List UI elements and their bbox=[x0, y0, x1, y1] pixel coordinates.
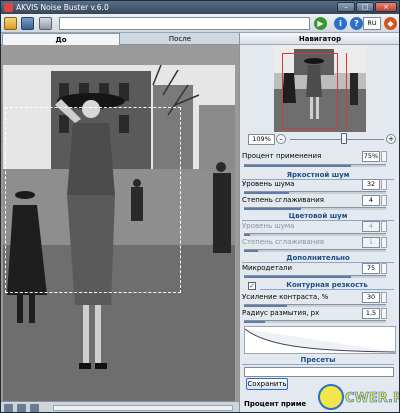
color-noise-spinner[interactable] bbox=[381, 221, 387, 232]
preset-select[interactable] bbox=[244, 367, 394, 377]
navigator-preview[interactable] bbox=[274, 45, 366, 132]
blur-radius-field[interactable]: 1,5 bbox=[362, 308, 380, 319]
lum-noise-spinner[interactable] bbox=[381, 179, 387, 190]
home-icon[interactable]: ◆ bbox=[384, 17, 397, 30]
lum-smooth-slider[interactable] bbox=[244, 207, 386, 210]
view-tabs: До После bbox=[1, 33, 239, 45]
window-title: AKVIS Noise Buster v.6.0 bbox=[16, 3, 109, 12]
lum-noise-label: Уровень шума bbox=[242, 180, 295, 188]
toolbar: ▶ i ? RU ◆ bbox=[1, 14, 399, 33]
info-icon[interactable]: i bbox=[334, 17, 347, 30]
save-icon[interactable] bbox=[21, 17, 34, 30]
contrast-gain-field[interactable]: 30 bbox=[362, 292, 380, 303]
settings-panel: Навигатор 109% – + Процент применения 75… bbox=[239, 33, 399, 412]
blur-radius-fill bbox=[244, 321, 266, 323]
apply-percent-spinner[interactable] bbox=[381, 151, 387, 162]
preview-tool-icon[interactable] bbox=[30, 404, 39, 412]
color-smooth-field[interactable]: 1 bbox=[362, 237, 380, 248]
app-logo-icon bbox=[4, 3, 13, 12]
lum-smooth-label: Степень сглаживания bbox=[242, 196, 324, 204]
hand-tool-icon[interactable] bbox=[4, 404, 13, 412]
blur-radius-label: Радиус размытия, px bbox=[242, 309, 320, 317]
presets-header: Пресеты bbox=[242, 355, 394, 365]
navigator-view-frame[interactable] bbox=[282, 53, 338, 129]
tab-after[interactable]: После bbox=[121, 33, 239, 45]
language-button[interactable]: RU bbox=[363, 17, 381, 30]
title-bar: AKVIS Noise Buster v.6.0 – □ × bbox=[1, 1, 399, 14]
apply-percent-label: Процент применения bbox=[242, 152, 322, 160]
maximize-button[interactable]: □ bbox=[356, 2, 374, 12]
color-smooth-slider[interactable] bbox=[244, 249, 386, 252]
zoom-slider-track[interactable] bbox=[290, 139, 384, 140]
watermark-logo: CWER.RU bbox=[317, 383, 400, 411]
zoom-slider-thumb[interactable] bbox=[341, 133, 347, 144]
help-icon[interactable]: ? bbox=[350, 17, 363, 30]
edge-sharpness-checkbox[interactable]: ✓ bbox=[248, 282, 256, 290]
microdetail-spinner[interactable] bbox=[381, 263, 387, 274]
save-preset-button[interactable]: Сохранить bbox=[246, 378, 288, 390]
status-bar bbox=[1, 401, 239, 412]
microdetail-fill bbox=[244, 276, 351, 278]
contrast-gain-spinner[interactable] bbox=[381, 292, 387, 303]
open-icon[interactable] bbox=[4, 17, 17, 30]
color-noise-field[interactable]: 4 bbox=[362, 221, 380, 232]
close-button[interactable]: × bbox=[375, 2, 397, 12]
zoom-in-button[interactable]: + bbox=[386, 134, 396, 144]
print-icon[interactable] bbox=[39, 17, 52, 30]
lum-smooth-spinner[interactable] bbox=[381, 195, 387, 206]
navigator-title: Навигатор bbox=[240, 33, 399, 45]
zoom-out-button[interactable]: – bbox=[276, 134, 286, 144]
microdetail-slider[interactable] bbox=[244, 275, 386, 278]
navigator-view-edge bbox=[346, 53, 358, 129]
curve-graph[interactable] bbox=[244, 326, 396, 354]
tab-before[interactable]: До bbox=[2, 33, 120, 45]
color-smooth-label: Степень сглаживания bbox=[242, 238, 324, 246]
blur-radius-spinner[interactable] bbox=[381, 308, 387, 319]
lum-smooth-field[interactable]: 4 bbox=[362, 195, 380, 206]
color-smooth-fill bbox=[244, 250, 259, 252]
zoom-tool-icon[interactable] bbox=[17, 404, 26, 412]
svg-text:CWER.RU: CWER.RU bbox=[345, 391, 400, 406]
apply-percent-slider[interactable] bbox=[244, 164, 386, 167]
blur-radius-slider[interactable] bbox=[244, 320, 386, 323]
lum-smooth-fill bbox=[244, 208, 301, 210]
cwer-logo-icon: CWER.RU bbox=[318, 384, 400, 410]
contrast-gain-label: Усиление контраста, % bbox=[242, 293, 329, 301]
run-icon[interactable]: ▶ bbox=[314, 17, 327, 30]
lum-noise-field[interactable]: 32 bbox=[362, 179, 380, 190]
edge-sharpness-label: Контурная резкость bbox=[260, 280, 394, 290]
image-canvas[interactable] bbox=[1, 45, 239, 401]
horizontal-scrollbar[interactable] bbox=[53, 405, 233, 411]
color-smooth-spinner[interactable] bbox=[381, 237, 387, 248]
apply-percent-fill bbox=[244, 165, 351, 167]
minimize-button[interactable]: – bbox=[337, 2, 355, 12]
app-window: AKVIS Noise Buster v.6.0 – □ × ▶ i ? RU … bbox=[0, 0, 400, 413]
curve-line bbox=[244, 328, 396, 353]
color-noise-label: Уровень шума bbox=[242, 222, 295, 230]
selection-frame[interactable] bbox=[5, 107, 181, 293]
zoom-value-field[interactable]: 109% bbox=[248, 134, 275, 145]
microdetail-field[interactable]: 75 bbox=[362, 263, 380, 274]
microdetail-label: Микродетали bbox=[242, 264, 293, 272]
photo-preview[interactable] bbox=[3, 65, 235, 401]
apply-percent-field[interactable]: 75% bbox=[362, 151, 380, 162]
file-path-field[interactable] bbox=[59, 17, 310, 30]
